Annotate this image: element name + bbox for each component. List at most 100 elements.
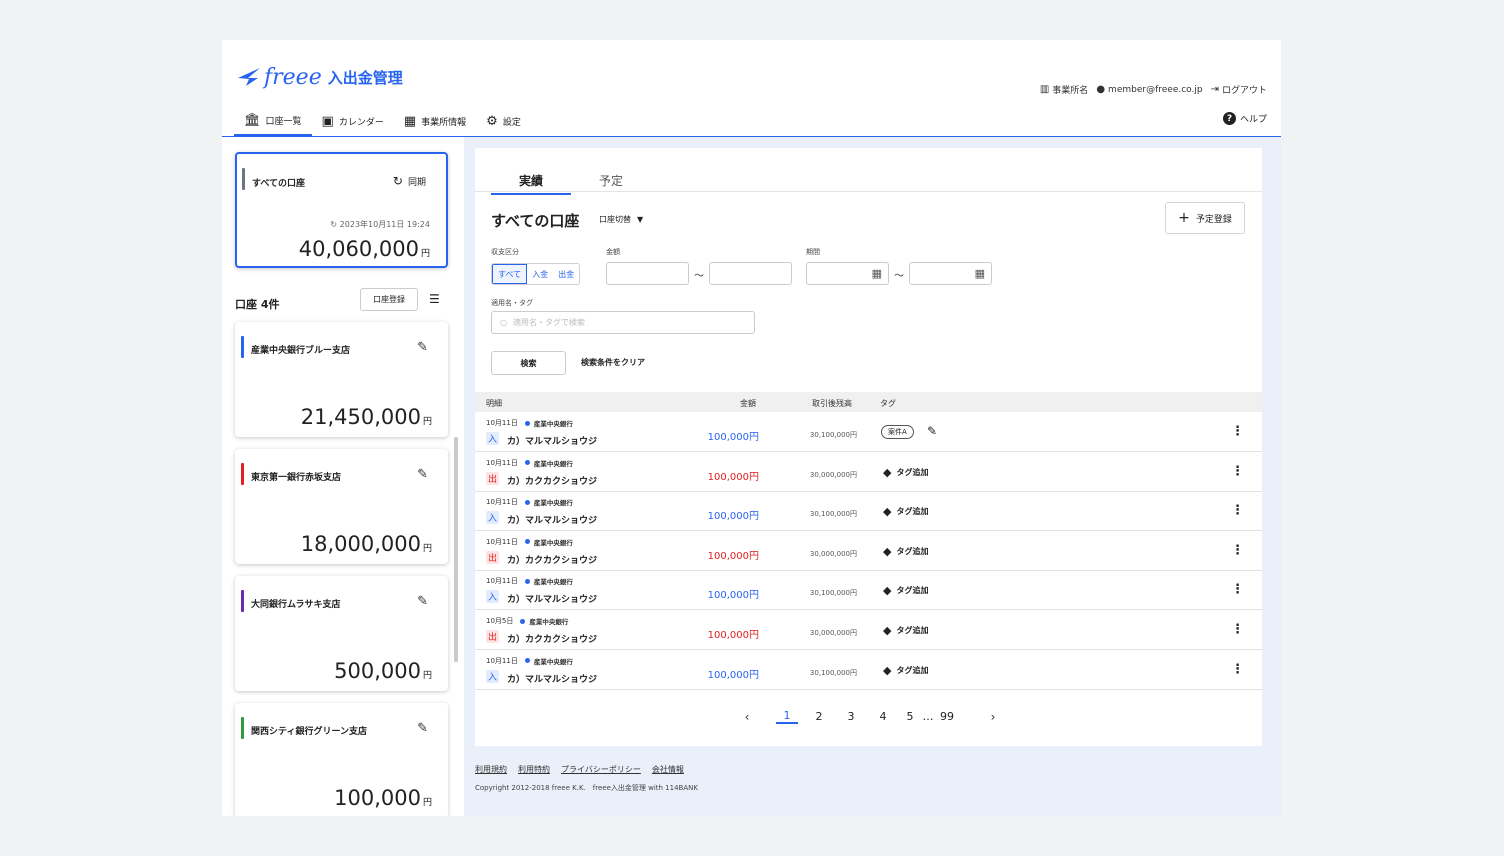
page-4[interactable]: 4 (867, 710, 899, 723)
edit-tag-pencil-icon[interactable]: ✎ (927, 424, 937, 438)
account-balance: 100,000 円 (334, 786, 432, 810)
calendar-icon: ▣ (321, 113, 334, 129)
table-row[interactable]: 10月11日 産業中央銀行入カ）マルマルショウジ 100,000円 30,100,00… (475, 650, 1262, 690)
amount-range-tilde: 〜 (694, 271, 704, 282)
footer-company-link[interactable]: 会社情報 (652, 764, 684, 775)
account-balance: 40,060,000 円 (298, 237, 430, 261)
period-start-input[interactable]: ▦ (806, 262, 889, 285)
type-expense[interactable]: 出金 (553, 264, 579, 284)
footer-special-terms-link[interactable]: 利用特約 (518, 764, 550, 775)
edit-pencil-icon[interactable]: ✎ (417, 340, 428, 355)
page-title: すべての口座 (491, 212, 580, 230)
amount-max-input[interactable] (709, 262, 792, 285)
row-menu-icon[interactable]: ⋮ (1231, 424, 1244, 439)
col-amount: 金額 (740, 399, 756, 408)
direction-badge: 入 (486, 432, 499, 445)
row-menu-icon[interactable]: ⋮ (1231, 503, 1244, 518)
page-3[interactable]: 3 (835, 710, 867, 723)
help-link[interactable]: ? ヘルプ (1222, 112, 1267, 125)
account-color-bar (241, 463, 244, 485)
table-row[interactable]: 10月11日 産業中央銀行入カ）マルマルショウジ 100,000円 30,100,00… (475, 491, 1262, 532)
account-card[interactable]: 関西シティ銀行グリーン支店 ✎ 100,000 円 (235, 703, 448, 816)
calendar-icon[interactable]: ▦ (975, 267, 985, 280)
nav-settings[interactable]: ⚙ 設定 (476, 106, 531, 136)
edit-pencil-icon[interactable]: ✎ (417, 467, 428, 482)
bank-dot-icon (524, 539, 530, 545)
all-accounts-card[interactable]: すべての口座 ↻ 同期 ↻ 2023年10月11日 19:24 40,060,00… (235, 152, 448, 268)
page-2[interactable]: 2 (803, 710, 835, 723)
page-5[interactable]: 5 (899, 710, 921, 723)
calendar-icon[interactable]: ▦ (872, 267, 882, 280)
account-sidebar: すべての口座 ↻ 同期 ↻ 2023年10月11日 19:24 40,060,00… (222, 137, 464, 816)
user-link[interactable]: ● member@freee.co.jp (1096, 84, 1202, 95)
office-link[interactable]: ▥ 事業所名 (1040, 83, 1088, 96)
account-card[interactable]: 大同銀行ムラサキ支店 ✎ 500,000 円 (235, 576, 448, 691)
amount-filter-label: 金額 (606, 248, 620, 256)
search-button[interactable]: 検索 (491, 351, 566, 375)
transaction-date: 10月11日 産業中央銀行 (486, 537, 573, 547)
clear-filters-link[interactable]: 検索条件をクリア (581, 357, 645, 368)
tag-icon: ◆ (883, 663, 892, 677)
table-row[interactable]: 10月11日 産業中央銀行出カ）カクカクショウジ 100,000円 30,000,00… (475, 531, 1262, 571)
account-name: 大同銀行ムラサキ支店 (251, 600, 341, 610)
sidebar-scrollbar[interactable] (454, 437, 458, 662)
account-card[interactable]: 産業中央銀行ブルー支店 ✎ 21,450,000 円 (235, 322, 448, 437)
direction-badge: 出 (486, 471, 499, 485)
prev-page-icon[interactable]: ‹ (733, 710, 761, 724)
row-menu-icon[interactable]: ⋮ (1231, 464, 1244, 479)
page-1[interactable]: 1 (776, 709, 798, 724)
edit-pencil-icon[interactable]: ✎ (417, 721, 428, 736)
sync-button[interactable]: ↻ 同期 (393, 174, 426, 188)
row-menu-icon[interactable]: ⋮ (1231, 543, 1244, 558)
row-menu-icon[interactable]: ⋮ (1231, 662, 1244, 677)
table-row[interactable]: 10月11日 産業中央銀行入カ）マルマルショウジ 100,000円 30,100,00… (475, 412, 1262, 452)
transaction-amount: 100,000円 (707, 550, 759, 562)
nav-office-info[interactable]: ▦ 事業所情報 (394, 106, 476, 136)
register-account-button[interactable]: 口座登録 (360, 288, 418, 311)
add-plan-button[interactable]: + 予定登録 (1165, 202, 1245, 234)
account-card[interactable]: 東京第一銀行赤坂支店 ✎ 18,000,000 円 (235, 449, 448, 564)
table-row[interactable]: 10月11日 産業中央銀行入カ）マルマルショウジ 100,000円 30,100,00… (475, 570, 1262, 611)
balance-after: 30,000,000円 (809, 549, 857, 558)
freee-logo[interactable]: freee 入出金管理 (236, 64, 403, 90)
type-filter-label: 収支区分 (491, 248, 519, 256)
add-tag-button[interactable]: ◆ タグ追加 (883, 545, 928, 558)
period-end-input[interactable]: ▦ (909, 262, 992, 285)
building-icon: ▥ (1039, 84, 1050, 95)
bank-dot-icon (520, 618, 526, 624)
footer-terms-link[interactable]: 利用規約 (475, 764, 507, 775)
account-switch-dropdown[interactable]: 口座切替 ▼ (599, 214, 643, 225)
tag-chip[interactable]: 案件A (881, 425, 914, 439)
nav-accounts[interactable]: 🏛 口座一覧 (234, 106, 312, 136)
balance-after: 30,000,000円 (809, 470, 857, 479)
add-tag-button[interactable]: ◆ タグ追加 (883, 624, 928, 637)
add-tag-button[interactable]: ◆ タグ追加 (883, 505, 928, 518)
search-icon: ○ (500, 318, 507, 327)
row-menu-icon[interactable]: ⋮ (1231, 622, 1244, 637)
next-page-icon[interactable]: › (979, 710, 1007, 724)
list-view-icon[interactable]: ☰ (429, 292, 440, 306)
col-tag: タグ (880, 399, 896, 408)
add-tag-button[interactable]: ◆ タグ追加 (883, 584, 928, 597)
last-synced: ↻ 2023年10月11日 19:24 (330, 220, 430, 229)
nav-calendar[interactable]: ▣ カレンダー (312, 106, 394, 136)
type-income[interactable]: 入金 (527, 264, 553, 284)
add-tag-button[interactable]: ◆ タグ追加 (883, 664, 928, 677)
amount-min-input[interactable] (606, 262, 689, 285)
direction-badge: 出 (486, 630, 499, 643)
transaction-amount: 100,000円 (707, 471, 759, 483)
tag-search-input[interactable]: ○ 適用名・タグで検索 (491, 311, 755, 334)
page-last[interactable]: 99 (935, 710, 959, 723)
direction-badge: 出 (486, 550, 499, 564)
account-name: 関西シティ銀行グリーン支店 (251, 727, 368, 737)
footer-privacy-link[interactable]: プライバシーポリシー (561, 764, 641, 775)
add-tag-button[interactable]: ◆ タグ追加 (883, 466, 928, 479)
row-menu-icon[interactable]: ⋮ (1231, 582, 1244, 597)
type-all[interactable]: すべて (492, 264, 528, 284)
edit-pencil-icon[interactable]: ✎ (417, 594, 428, 609)
table-row[interactable]: 10月5日 産業中央銀行出カ）カクカクショウジ 100,000円 30,000,000… (475, 610, 1262, 650)
col-detail: 明細 (486, 399, 502, 408)
table-row[interactable]: 10月11日 産業中央銀行出カ）カクカクショウジ 100,000円 30,000,00… (475, 452, 1262, 492)
logout-link[interactable]: ⇥ ログアウト (1211, 83, 1267, 96)
transaction-amount: 100,000円 (707, 511, 759, 523)
